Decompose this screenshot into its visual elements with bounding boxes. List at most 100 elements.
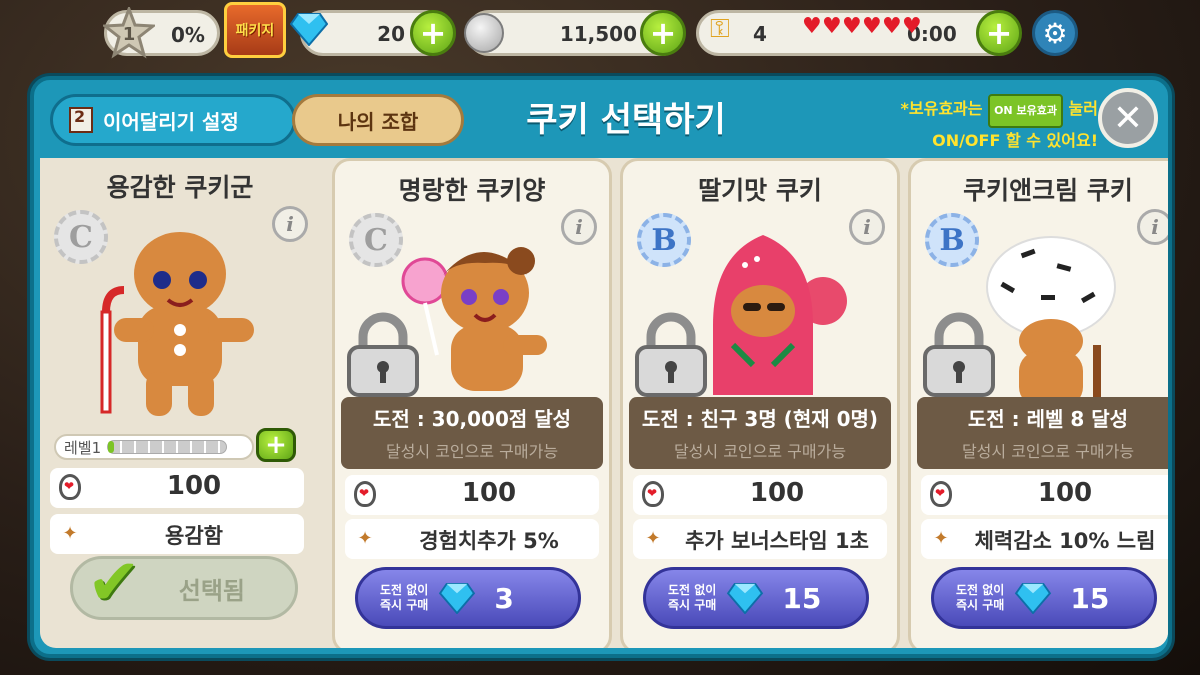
info-icon[interactable]: i (1137, 209, 1168, 245)
potion-icon (639, 481, 667, 509)
winged-cookie-icon: ✦ (933, 528, 949, 549)
cookie-card-brave[interactable]: 용감한 쿠키군 C i 레벨1 + ❤ 100 ✦ 용감함 ✔ 선택됨 (40, 158, 320, 648)
close-icon[interactable]: ✕ (1098, 88, 1158, 148)
hp-value: 100 (1037, 478, 1093, 508)
challenge-box: 도전 : 레벨 8 달성 달성시 코인으로 구매가능 (917, 397, 1168, 469)
level-up-button[interactable]: + (256, 428, 296, 462)
instant-buy-button[interactable]: 도전 없이 즉시 구매 15 (643, 567, 869, 629)
cookie-name: 용감한 쿠키군 (106, 173, 254, 202)
instant-buy-button[interactable]: 도전 없이 즉시 구매 15 (931, 567, 1157, 629)
challenge-text: 도전 : 레벨 8 달성 (967, 407, 1129, 431)
coin-icon (464, 13, 504, 53)
effect-text: 경험치추가 5% (419, 529, 559, 553)
package-button[interactable]: 패키지 (224, 2, 286, 58)
level-bar (107, 440, 228, 454)
exp-percent: 0% (171, 23, 205, 47)
buy-line1: 도전 없이 (956, 583, 1005, 597)
effect-row: ✦ 추가 보너스타임 1초 (633, 519, 887, 559)
relay-settings-button[interactable]: 이어달리기 설정 (50, 94, 296, 146)
hp-row: 100 (921, 475, 1168, 515)
gear-icon[interactable]: ⚙ (1032, 10, 1078, 56)
hp-row: 100 (633, 475, 887, 515)
hp-row: 100 (345, 475, 599, 515)
player-level-badge: 1 0% (103, 7, 220, 59)
add-coins-button[interactable]: + (640, 10, 686, 56)
lock-icon (923, 312, 995, 397)
tip-line2: ON/OFF 할 수 있어요! (932, 131, 1098, 150)
relay-flag-icon (69, 107, 93, 133)
hp-row: 100 (50, 468, 304, 508)
gem-icon (1015, 582, 1052, 614)
add-gems-button[interactable]: + (410, 10, 456, 56)
heart-icon: ♥ (902, 14, 922, 39)
cookie-name: 명랑한 쿠키양 (398, 176, 546, 205)
effect-toggle-tip: *보유효과는 ON 보유효과 눌러 ON/OFF 할 수 있어요! (882, 94, 1098, 154)
gem-price: 3 (494, 581, 514, 615)
info-icon[interactable]: i (272, 206, 308, 242)
potion-icon (56, 474, 84, 502)
gem-icon (439, 582, 476, 614)
cookie-card-strawberry[interactable]: 딸기맛 쿠키 B i 도전 : 친구 3명 (현재 0명) 달성시 코인으로 구… (620, 158, 900, 648)
tip-badge-top: ON (994, 104, 1013, 117)
relay-settings-label: 이어달리기 설정 (103, 109, 239, 134)
hp-value: 100 (166, 471, 222, 501)
tip-prefix: *보유효과는 (900, 99, 983, 118)
level-bar-fill (108, 441, 115, 453)
cookie-card-cookies-and-cream[interactable]: 쿠키앤크림 쿠키 B i 도전 : 레벨 8 달성 달성시 코인으로 구매가능 … (908, 158, 1168, 648)
lock-icon (635, 312, 707, 397)
heart-icon: ♥ (802, 14, 822, 39)
challenge-note: 달성시 코인으로 구매가능 (385, 442, 559, 461)
effect-text: 추가 보너스타임 1초 (685, 529, 869, 553)
winged-cookie-icon: ✦ (357, 528, 373, 549)
hp-value: 100 (749, 478, 805, 508)
selected-label: 선택됨 (178, 576, 245, 605)
tip-badge-label: 보유효과 (1016, 104, 1057, 117)
gem-price: 15 (1070, 581, 1110, 615)
cookie-name: 딸기맛 쿠키 (698, 176, 822, 205)
player-level: 1 (123, 24, 136, 45)
cookie-name: 쿠키앤크림 쿠키 (963, 176, 1133, 205)
check-icon: ✔ (87, 546, 141, 620)
add-hearts-button[interactable]: + (976, 10, 1022, 56)
heart-icon: ♥ (862, 14, 882, 39)
star-icon: 1 (103, 7, 155, 59)
instant-buy-button[interactable]: 도전 없이 즉시 구매 3 (355, 567, 581, 629)
brave-cookie-art (100, 232, 254, 416)
key-count: 4 (753, 22, 767, 46)
lock-icon (347, 312, 419, 397)
effect-toggle-badge[interactable]: ON 보유효과 (988, 94, 1063, 128)
info-icon[interactable]: i (849, 209, 885, 245)
winged-cookie-icon: ✦ (645, 528, 661, 549)
buy-line2: 즉시 구매 (956, 598, 1005, 612)
level-progress: 레벨1 (54, 434, 254, 460)
potion-icon (927, 481, 955, 509)
challenge-box: 도전 : 친구 3명 (현재 0명) 달성시 코인으로 구매가능 (629, 397, 891, 469)
cookie-card-cheerful[interactable]: 명랑한 쿠키양 C i 도전 : 30,000점 달성 달성시 코인으로 구매가… (332, 158, 612, 648)
gem-icon (290, 13, 328, 46)
instant-buy-label: 도전 없이 즉시 구매 (668, 583, 716, 613)
cookie-select-panel: 이어달리기 설정 나의 조합 쿠키 선택하기 *보유효과는 ON 보유효과 눌러… (30, 76, 1172, 658)
instant-buy-label: 도전 없이 즉시 구매 (380, 583, 428, 613)
my-combo-label: 나의 조합 (337, 109, 419, 134)
challenge-text: 도전 : 친구 3명 (현재 0명) (641, 407, 879, 431)
heart-icon: ♥ (822, 14, 842, 39)
hearts-row: ♥ ♥ ♥ ♥ ♥ ♥ (802, 14, 922, 39)
buy-line2: 즉시 구매 (380, 598, 429, 612)
my-combo-button[interactable]: 나의 조합 (292, 94, 464, 146)
gem-count: 20 (377, 22, 405, 46)
hp-value: 100 (461, 478, 517, 508)
buy-line1: 도전 없이 (668, 583, 717, 597)
buy-line2: 즉시 구매 (668, 598, 717, 612)
heart-icon: ♥ (882, 14, 902, 39)
gem-icon (727, 582, 764, 614)
info-icon[interactable]: i (561, 209, 597, 245)
panel-title: 쿠키 선택하기 (526, 100, 726, 140)
top-hud: 1 0% 패키지 20 + 11,500 + 4 0:00 ⚿ ♥ ♥ ♥ ♥ … (0, 0, 1200, 66)
key-icon: ⚿ (710, 14, 730, 44)
winged-cookie-icon: ✦ (62, 523, 78, 544)
effect-row: ✦ 체력감소 10% 느림 (921, 519, 1168, 559)
heart-icon: ♥ (842, 14, 862, 39)
tip-mid: 눌러 (1068, 99, 1098, 118)
instant-buy-label: 도전 없이 즉시 구매 (956, 583, 1004, 613)
selected-button[interactable]: ✔ 선택됨 (70, 551, 298, 620)
